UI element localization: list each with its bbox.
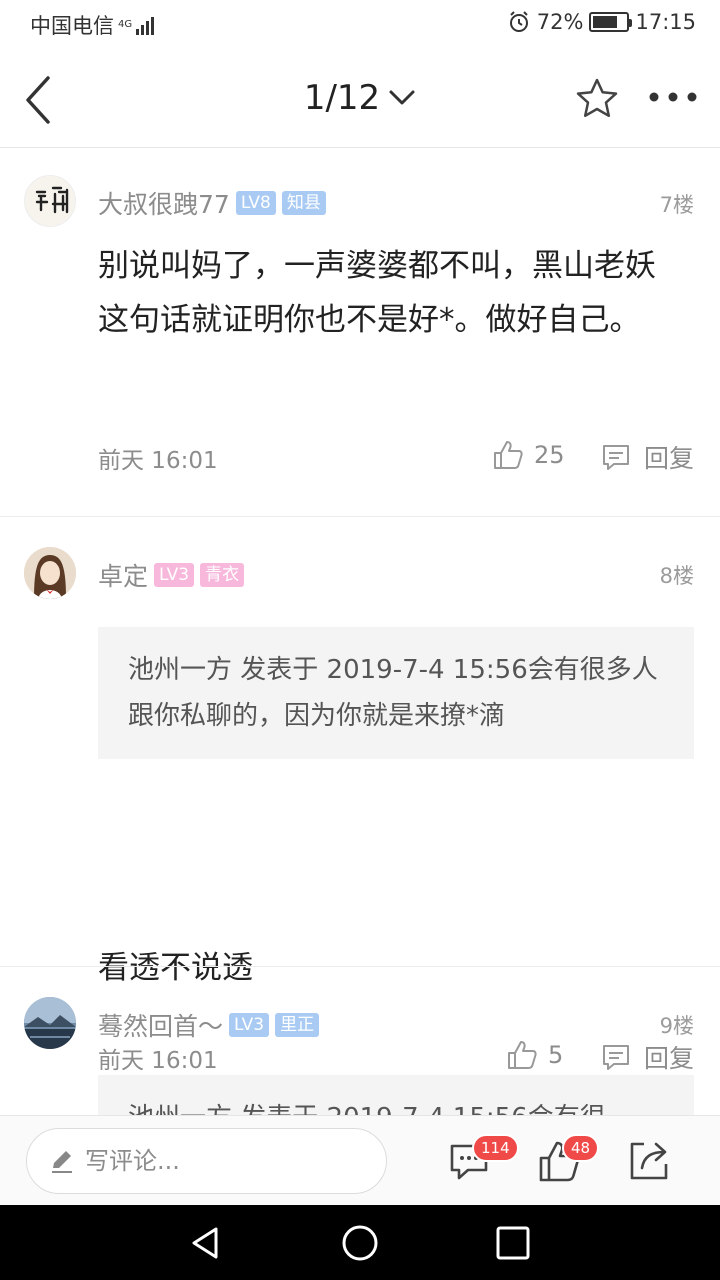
- back-triangle-icon[interactable]: [186, 1223, 226, 1263]
- comment-count-badge: 114: [472, 1134, 519, 1162]
- bottom-action-bar: 114 48: [0, 1115, 720, 1205]
- username[interactable]: 大叔很跩77: [98, 185, 230, 221]
- more-icon[interactable]: [648, 90, 698, 104]
- username[interactable]: 蓦然回首～: [98, 1007, 223, 1043]
- battery-fill: [593, 16, 617, 28]
- share-icon[interactable]: [626, 1138, 672, 1184]
- status-bar: 中国电信 4G 72% 17:15: [0, 0, 720, 50]
- like-count: 25: [534, 441, 565, 469]
- title-badge: 青衣: [200, 563, 245, 587]
- clock: 17:15: [635, 10, 696, 34]
- floor-number: 9楼: [659, 1014, 694, 1038]
- username-row: 大叔很跩77 LV8 知县: [98, 185, 326, 221]
- comment-feed[interactable]: 大叔很跩77 LV8 知县 7楼 别说叫妈了，一声婆婆都不叫，黑山老妖这句话就证…: [0, 149, 720, 1115]
- username[interactable]: 卓定: [98, 557, 148, 593]
- recents-square-icon[interactable]: [493, 1223, 533, 1263]
- level-badge: LV3: [229, 1013, 270, 1037]
- star-icon[interactable]: [574, 76, 620, 122]
- comment-item: 卓定 LV3 青衣 8楼 池州一方 发表于 2019-7-4 15:56会有很多…: [0, 517, 720, 1074]
- anime-girl-avatar-icon: [24, 547, 76, 599]
- comment-input[interactable]: [85, 1147, 365, 1175]
- comment-icon: [602, 445, 629, 470]
- system-navigation-bar: [0, 1205, 720, 1280]
- title-badge: 知县: [281, 191, 326, 215]
- calligraphy-avatar-icon: [35, 186, 69, 214]
- reply-label: 回复: [643, 444, 694, 473]
- reply-button[interactable]: 回复: [600, 439, 694, 475]
- username-row: 蓦然回首～ LV3 里正: [98, 1007, 320, 1043]
- quoted-comment[interactable]: 池州一方 发表于 2019-7-4 15:56会有很多人跟你私聊的，因为你就是来…: [98, 627, 694, 759]
- home-circle-icon[interactable]: [340, 1223, 380, 1263]
- landscape-avatar-icon: [24, 997, 76, 1049]
- like-button[interactable]: 25: [492, 439, 565, 471]
- thumbs-up-icon: [494, 441, 523, 469]
- level-badge: LV3: [154, 563, 195, 587]
- comment-item: 蓦然回首～ LV3 里正 9楼 池州一方 发表于 2019-7-4 15:56会…: [0, 967, 720, 1115]
- signal-icon: [136, 15, 154, 35]
- floor-number: 8楼: [659, 564, 694, 588]
- floor-number: 7楼: [659, 193, 694, 217]
- top-nav: 1/12: [0, 50, 720, 148]
- like-count-badge: 48: [562, 1134, 600, 1162]
- battery-percent: 72%: [536, 10, 584, 34]
- network-type: 4G: [118, 19, 133, 30]
- comment-item: 大叔很跩77 LV8 知县 7楼 别说叫妈了，一声婆婆都不叫，黑山老妖这句话就证…: [0, 149, 720, 517]
- avatar[interactable]: [24, 175, 76, 227]
- battery-icon: [589, 12, 633, 32]
- comment-input-box[interactable]: [26, 1128, 387, 1194]
- avatar[interactable]: [24, 547, 76, 599]
- quoted-comment[interactable]: 池州一方 发表于 2019-7-4 15:56会有很: [98, 1075, 694, 1115]
- page-indicator-label: 1/12: [303, 78, 381, 118]
- pencil-icon: [52, 1151, 72, 1173]
- username-row: 卓定 LV3 青衣: [98, 557, 245, 593]
- comment-text: 别说叫妈了，一声婆婆都不叫，黑山老妖这句话就证明你也不是好*。做好自己。: [98, 248, 656, 338]
- title-badge: 里正: [275, 1013, 320, 1037]
- chevron-down-icon: [389, 90, 415, 105]
- level-badge: LV8: [235, 191, 276, 215]
- alarm-icon: [509, 11, 528, 32]
- carrier-name: 中国电信: [30, 14, 114, 38]
- avatar[interactable]: [24, 997, 76, 1049]
- comment-time: 前天 16:01: [98, 448, 218, 474]
